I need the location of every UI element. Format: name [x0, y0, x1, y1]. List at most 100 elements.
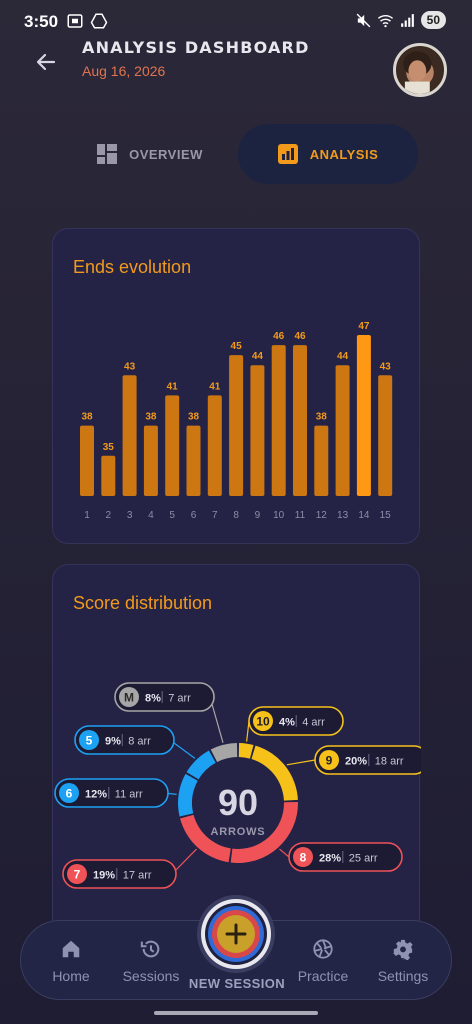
donut-total: 90 — [218, 782, 258, 823]
x-tick-label: 8 — [233, 510, 239, 521]
bar-end-1[interactable] — [80, 425, 94, 496]
ends-bar-chart: 3813524333844153864174584494610461138124… — [80, 321, 393, 521]
avatar[interactable] — [393, 43, 447, 97]
bar-value-label: 46 — [273, 331, 285, 342]
app-header: ANALYSIS DASHBOARD Aug 16, 2026 — [0, 32, 472, 102]
score-arrow-count: 17 arr — [123, 870, 152, 882]
bar-end-14[interactable] — [356, 335, 371, 496]
bar-end-15[interactable] — [378, 375, 393, 496]
x-tick-label: 10 — [273, 510, 285, 521]
bar-end-13[interactable] — [335, 365, 350, 496]
donut-segment-6[interactable] — [178, 773, 198, 817]
x-tick-label: 4 — [148, 510, 154, 521]
leader-line — [286, 759, 316, 766]
x-tick-label: 11 — [295, 510, 306, 521]
bar-chart-icon — [277, 144, 298, 164]
bar-end-12[interactable] — [314, 425, 329, 496]
score-label-10[interactable]: 10 4% 4 arr — [248, 706, 344, 736]
score-percent: 12% — [85, 789, 107, 801]
score-arrow-count: 11 arr — [115, 789, 143, 801]
nav-home[interactable]: Home — [31, 921, 111, 1001]
new-session-button[interactable] — [197, 895, 275, 973]
bar-value-label: 44 — [337, 351, 349, 362]
score-badge-label: 5 — [86, 734, 93, 748]
bar-end-10[interactable] — [271, 345, 286, 496]
drive-icon — [90, 13, 108, 29]
x-tick-label: 2 — [106, 510, 112, 521]
score-arrow-count: 8 arr — [128, 736, 151, 748]
bar-end-6[interactable] — [186, 425, 201, 496]
bar-value-label: 38 — [145, 412, 157, 423]
score-arrow-count: 25 arr — [349, 853, 378, 865]
nav-sessions[interactable]: Sessions — [111, 921, 191, 1001]
leader-line — [279, 848, 290, 858]
bar-end-7[interactable] — [207, 395, 222, 496]
score-badge-label: M — [124, 691, 134, 705]
bar-value-label: 38 — [188, 412, 200, 423]
score-percent: 19% — [93, 870, 115, 882]
home-icon — [62, 940, 80, 958]
grid-icon — [97, 144, 118, 164]
donut-segment-10[interactable] — [238, 743, 254, 759]
bar-value-label: 47 — [358, 321, 370, 332]
status-left-icons — [66, 12, 108, 30]
target-ring-blue — [208, 906, 264, 962]
score-percent: 8% — [145, 693, 161, 705]
x-tick-label: 9 — [255, 510, 261, 521]
bar-value-label: 43 — [124, 361, 136, 372]
bar-value-label: 41 — [209, 381, 221, 392]
score-donut-chart: 10 4% 4 arr 9 20% 18 arr 8 28% 25 arr 7 19% 17 arr 6… — [54, 682, 421, 889]
score-percent: 9% — [105, 736, 121, 748]
bar-value-label: 38 — [316, 412, 328, 423]
score-label-8[interactable]: 8 28% 25 arr — [288, 842, 403, 872]
nav-new-session-label: NEW SESSION — [188, 976, 286, 991]
nav-home-label: Home — [52, 968, 90, 984]
bar-end-9[interactable] — [250, 365, 265, 496]
nav-settings[interactable]: Settings — [363, 921, 443, 1001]
donut-segment-M[interactable] — [210, 743, 238, 763]
x-tick-label: 6 — [191, 510, 197, 521]
bar-end-4[interactable] — [143, 425, 158, 496]
home-indicator — [154, 1011, 318, 1015]
x-tick-label: 12 — [316, 510, 328, 521]
view-tabs: OVERVIEW ANALYSIS — [60, 124, 420, 184]
score-label-6[interactable]: 6 12% 11 arr — [54, 778, 169, 808]
tab-analysis[interactable]: ANALYSIS — [238, 124, 418, 184]
donut-segment-9[interactable] — [251, 745, 298, 801]
score-label-7[interactable]: 7 19% 17 arr — [62, 859, 177, 889]
score-badge-label: 8 — [300, 851, 307, 865]
bar-end-5[interactable] — [165, 395, 180, 496]
status-right-icons: 50 — [355, 11, 446, 29]
x-tick-label: 14 — [358, 510, 370, 521]
signal-icon — [400, 13, 414, 27]
score-distribution-card: Score distribution 10 4% 4 arr 9 20% 18 arr 8 2… — [52, 564, 421, 944]
score-arrow-count: 4 arr — [302, 717, 325, 729]
bar-value-label: 38 — [81, 412, 93, 423]
nav-practice[interactable]: Practice — [283, 921, 363, 1001]
x-tick-label: 3 — [127, 510, 133, 521]
tab-overview[interactable]: OVERVIEW — [70, 124, 230, 184]
back-button[interactable] — [30, 46, 62, 78]
status-time: 3:50 — [24, 12, 59, 31]
history-icon — [140, 940, 160, 958]
score-label-9[interactable]: 9 20% 18 arr — [314, 745, 421, 775]
screenshot-icon — [67, 14, 83, 28]
x-tick-label: 1 — [84, 510, 90, 521]
score-label-5[interactable]: 5 9% 8 arr — [74, 725, 175, 755]
bar-end-11[interactable] — [293, 345, 307, 496]
bar-end-3[interactable] — [122, 375, 137, 496]
x-tick-label: 13 — [337, 510, 349, 521]
bar-value-label: 46 — [294, 331, 306, 342]
score-badge-label: 6 — [66, 787, 73, 801]
wifi-icon — [377, 14, 393, 27]
bar-end-2[interactable] — [101, 455, 116, 496]
score-label-M[interactable]: M 8% 7 arr — [114, 682, 215, 712]
nav-practice-label: Practice — [297, 968, 349, 984]
bar-end-8[interactable] — [229, 355, 244, 496]
score-percent: 4% — [279, 717, 295, 729]
donut-total-label: ARROWS — [211, 826, 266, 838]
target-ring-black — [205, 903, 267, 965]
target-ring-red — [212, 910, 260, 958]
score-arrow-count: 18 arr — [375, 756, 404, 768]
bar-value-label: 43 — [380, 361, 392, 372]
